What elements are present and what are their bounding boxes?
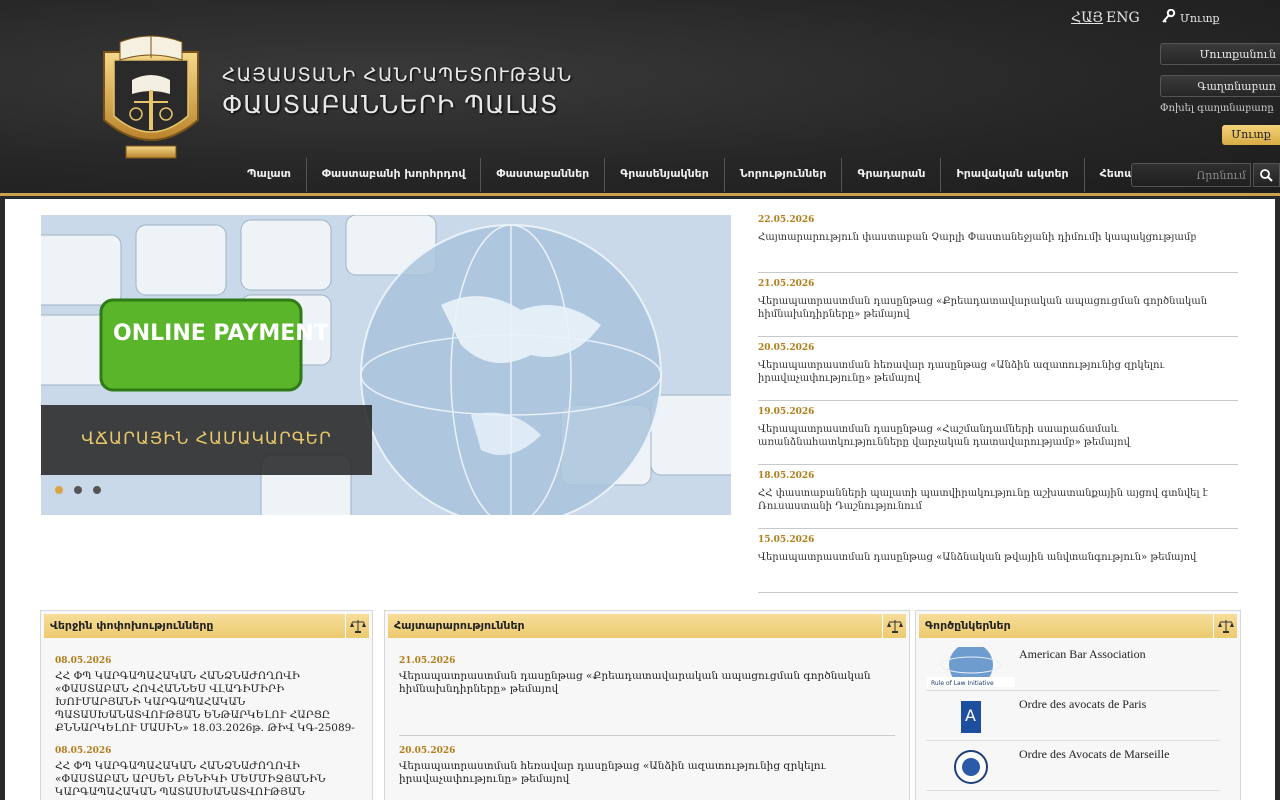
nav-item-news[interactable]: Նորություններ bbox=[725, 158, 843, 192]
slider-dot-1[interactable] bbox=[55, 486, 63, 494]
news-item[interactable]: 15.05.2026 Վերապատրաստման դասընթաց «Անձն… bbox=[758, 529, 1238, 593]
news-list: 22.05.2026 Հայտարարություն փաստաբան Չարլ… bbox=[758, 209, 1238, 593]
nav-item-library[interactable]: Գրադարան bbox=[842, 158, 942, 192]
nav-item-offices[interactable]: Գրասենյակներ bbox=[605, 158, 725, 192]
scales-icon bbox=[1213, 614, 1237, 638]
image-slider[interactable]: ONLINE PAYMENT ՎՃԱՐԱՅԻՆ ՀԱՄԱԿԱՐԳԵՐ bbox=[41, 215, 731, 515]
site-title-line1: ՀԱՅԱՍՏԱՆԻ ՀԱՆՐԱՊԵՏՈՒԹՅԱՆ bbox=[222, 64, 573, 86]
announcement-text[interactable]: Վերապատրաստման հեռավար դասընթաց «Անձին ա… bbox=[399, 760, 895, 786]
search-icon bbox=[1260, 169, 1273, 182]
announcements-panel: Հայտարարություններ 21.05.2026 Վերապատրաս… bbox=[384, 610, 910, 800]
news-date: 19.05.2026 bbox=[758, 407, 815, 417]
marseille-bar-logo[interactable] bbox=[926, 747, 1016, 787]
news-item[interactable]: 21.05.2026 Վերապատրաստման դասընթաց «Քրեա… bbox=[758, 273, 1238, 337]
partner-name[interactable]: Ordre des avocats de Paris bbox=[1019, 697, 1146, 712]
changes-item[interactable]: 08.05.2026 ՀՀ ՓՊ ԿԱՐԳԱՊԱՀԱԿԱՆ ՀԱՆՁՆԱԺՈՂՈ… bbox=[55, 746, 358, 799]
news-title[interactable]: ՀՀ փաստաբանների պալատի պատվիրակությունը … bbox=[758, 487, 1238, 513]
password-field[interactable]: Գաղտնաբառ bbox=[1160, 75, 1280, 97]
news-date: 15.05.2026 bbox=[758, 535, 815, 545]
key-icon bbox=[1160, 8, 1176, 28]
news-item[interactable]: 18.05.2026 ՀՀ փաստաբանների պալատի պատվիր… bbox=[758, 465, 1238, 529]
announcement-item[interactable]: 21.05.2026 Վերապատրաստման դասընթաց «Քրեա… bbox=[399, 656, 895, 736]
news-title[interactable]: Վերապատրաստման հեռավար դասընթաց «Անձին ա… bbox=[758, 359, 1238, 385]
news-title[interactable]: Վերապատրաստման դասընթաց «Քրեադատավարական… bbox=[758, 295, 1238, 321]
news-title[interactable]: Վերապատրաստման դասընթաց «Հաշմանդամների ս… bbox=[758, 423, 1238, 449]
news-date: 20.05.2026 bbox=[758, 343, 815, 353]
changes-item-date: 08.05.2026 bbox=[55, 656, 112, 666]
partner-item[interactable]: A Ordre des avocats de Paris bbox=[926, 691, 1220, 741]
announcement-text[interactable]: Վերապատրաստման դասընթաց «Քրեադատավարական… bbox=[399, 670, 895, 696]
nav-item-advocates[interactable]: Փաստաբաններ bbox=[481, 158, 606, 192]
changes-item-text[interactable]: ՀՀ ՓՊ ԿԱՐԳԱՊԱՀԱԿԱՆ ՀԱՆՁՆԱԺՈՂՈՎԻ «ՓԱՍՏԱԲԱ… bbox=[55, 760, 358, 799]
changes-panel: Վերջին փոփոխությունները 08.05.2026 ՀՀ ՓՊ… bbox=[40, 610, 373, 800]
site-title-line2: ՓԱՍՏԱԲԱՆՆԵՐԻ ՊԱԼԱՏ bbox=[222, 90, 559, 119]
search-input[interactable]: Որոնում bbox=[1131, 163, 1251, 187]
changes-panel-header: Վերջին փոփոխությունները bbox=[44, 614, 369, 638]
svg-text:A: A bbox=[965, 706, 976, 725]
changes-item-date: 08.05.2026 bbox=[55, 746, 112, 756]
aba-logo[interactable]: Rule of Law Initiative bbox=[926, 647, 1016, 687]
partners-panel-title: Գործընկերներ bbox=[925, 619, 1011, 632]
username-field[interactable]: Մուտքանուն bbox=[1160, 43, 1280, 65]
announcement-date: 21.05.2026 bbox=[399, 656, 456, 666]
nav-item-council[interactable]: Փաստաբանի խորհրդով bbox=[307, 158, 482, 192]
slider-dot-3[interactable] bbox=[93, 486, 101, 494]
search-button[interactable] bbox=[1253, 163, 1280, 187]
nav-item-legal-acts[interactable]: Իրավական ակտեր bbox=[941, 158, 1085, 192]
changes-item-text[interactable]: ՀՀ ՓՊ ԿԱՐԳԱՊԱՀԱԿԱՆ ՀԱՆՁՆԱԺՈՂՈՎԻ «ՓԱՍՏԱԲԱ… bbox=[55, 670, 358, 735]
nav-item-chamber[interactable]: Պալատ bbox=[232, 158, 307, 192]
changes-item[interactable]: 08.05.2026 ՀՀ ՓՊ ԿԱՐԳԱՊԱՀԱԿԱՆ ՀԱՆՁՆԱԺՈՂՈ… bbox=[55, 656, 358, 735]
change-password-link[interactable]: Փոխել գաղտնաբառը bbox=[1160, 103, 1274, 114]
main-content: ONLINE PAYMENT ՎՃԱՐԱՅԻՆ ՀԱՄԱԿԱՐԳԵՐ 22.05… bbox=[5, 199, 1275, 800]
news-item[interactable]: 22.05.2026 Հայտարարություն փաստաբան Չարլ… bbox=[758, 209, 1238, 273]
partners-panel: Գործընկերներ Rule of Law Initiative Amer… bbox=[915, 610, 1241, 800]
partner-item[interactable]: Rule of Law Initiative American Bar Asso… bbox=[926, 641, 1220, 691]
slider-dots bbox=[55, 486, 101, 494]
announcements-panel-title: Հայտարարություններ bbox=[394, 619, 525, 632]
site-header: ՀԱՅԱՍՏԱՆԻ ՀԱՆՐԱՊԵՏՈՒԹՅԱՆ ՓԱՍՏԱԲԱՆՆԵՐԻ ՊԱ… bbox=[0, 0, 1280, 196]
news-date: 21.05.2026 bbox=[758, 279, 815, 289]
main-nav: Պալատ Փաստաբանի խորհրդով Փաստաբաններ Գրա… bbox=[232, 158, 1213, 192]
paris-bar-logo[interactable]: A bbox=[926, 697, 1016, 737]
login-button[interactable]: Մուտք bbox=[1222, 125, 1280, 145]
announcement-date: 20.05.2026 bbox=[399, 746, 456, 756]
news-item[interactable]: 20.05.2026 Վերապատրաստման հեռավար դասընթ… bbox=[758, 337, 1238, 401]
language-en-link[interactable]: ENG bbox=[1106, 10, 1140, 26]
keyboard-key-label: ONLINE PAYMENT bbox=[113, 321, 329, 346]
news-title[interactable]: Վերապատրաստման դասընթաց «Անձնական թվային… bbox=[758, 551, 1238, 564]
slider-dot-2[interactable] bbox=[74, 486, 82, 494]
scales-icon bbox=[882, 614, 906, 638]
announcement-item[interactable]: 20.05.2026 Վերապատրաստման հեռավար դասընթ… bbox=[399, 746, 895, 786]
partners-panel-header: Գործընկերներ bbox=[919, 614, 1237, 638]
login-toggle[interactable]: Մուտք bbox=[1160, 8, 1220, 28]
news-date: 22.05.2026 bbox=[758, 215, 815, 225]
news-item[interactable]: 19.05.2026 Վերապատրաստման դասընթաց «Հաշմ… bbox=[758, 401, 1238, 465]
chamber-logo[interactable] bbox=[96, 30, 206, 162]
news-date: 18.05.2026 bbox=[758, 471, 815, 481]
partner-name[interactable]: Ordre des Avocats de Marseille bbox=[1019, 747, 1169, 762]
slide-caption[interactable]: ՎՃԱՐԱՅԻՆ ՀԱՄԱԿԱՐԳԵՐ bbox=[41, 405, 372, 475]
partner-item[interactable]: Ordre des Avocats de Marseille bbox=[926, 741, 1220, 791]
language-hy-link[interactable]: ՀԱՅ bbox=[1071, 10, 1103, 26]
announcements-panel-header: Հայտարարություններ bbox=[388, 614, 906, 638]
svg-text:Rule of Law Initiative: Rule of Law Initiative bbox=[931, 680, 994, 687]
scales-icon bbox=[345, 614, 369, 638]
changes-panel-title: Վերջին փոփոխությունները bbox=[50, 619, 214, 632]
partner-name[interactable]: American Bar Association bbox=[1019, 647, 1146, 662]
login-toggle-label: Մուտք bbox=[1180, 12, 1220, 25]
news-title[interactable]: Հայտարարություն փաստաբան Չարլի Փաստանեջյ… bbox=[758, 231, 1238, 244]
site-title: ՀԱՅԱՍՏԱՆԻ ՀԱՆՐԱՊԵՏՈՒԹՅԱՆ ՓԱՍՏԱԲԱՆՆԵՐԻ ՊԱ… bbox=[222, 64, 572, 119]
